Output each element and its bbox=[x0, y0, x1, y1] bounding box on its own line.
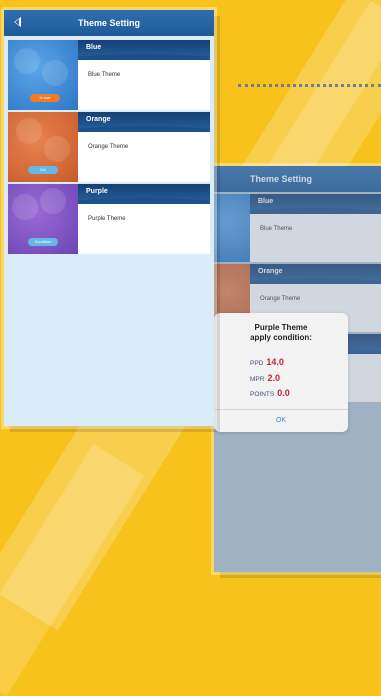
dialog-title-line1: Purple Theme bbox=[254, 323, 308, 332]
theme-list: In use Blue Blue Theme Set Orange Orange… bbox=[4, 36, 214, 254]
theme-set-button[interactable]: Set bbox=[28, 166, 58, 174]
theme-banner: Orange bbox=[78, 112, 210, 132]
theme-thumbnail: Condition bbox=[8, 184, 78, 254]
theme-description: Purple Theme bbox=[88, 216, 126, 222]
stat-label: POINTS bbox=[250, 391, 275, 398]
back-arrow-icon[interactable] bbox=[14, 17, 21, 27]
theme-banner: Purple bbox=[78, 184, 210, 204]
stat-points: POINTS 0.0 bbox=[250, 388, 290, 398]
stat-value: 2.0 bbox=[267, 373, 280, 383]
theme-thumbnail: Set bbox=[8, 112, 78, 182]
stat-ppd: PPD 14.0 bbox=[250, 357, 284, 367]
theme-name: Purple bbox=[86, 188, 108, 195]
bg-stripe bbox=[0, 443, 145, 696]
theme-row-purple[interactable]: Condition Purple Purple Theme bbox=[8, 184, 210, 254]
theme-thumbnail: In use bbox=[8, 40, 78, 110]
apply-condition-dialog: Purple Theme apply condition: PPD 14.0 MP… bbox=[214, 313, 348, 432]
theme-name: Blue bbox=[86, 44, 102, 51]
dialog-title-line2: apply condition: bbox=[250, 333, 312, 342]
title-bar: Theme Setting bbox=[4, 10, 214, 36]
ok-button[interactable]: OK bbox=[214, 413, 348, 429]
stat-value: 14.0 bbox=[266, 357, 284, 367]
stat-value: 0.0 bbox=[277, 388, 290, 398]
stat-mpr: MPR 2.0 bbox=[250, 373, 280, 383]
stat-label: MPR bbox=[250, 376, 265, 383]
dialog-title: Purple Theme apply condition: bbox=[214, 323, 348, 343]
theme-condition-button[interactable]: Condition bbox=[28, 238, 58, 246]
theme-banner: Blue bbox=[78, 40, 210, 60]
theme-status-button[interactable]: In use bbox=[30, 94, 60, 102]
screen-title: Theme Setting bbox=[77, 18, 140, 28]
stat-label: PPD bbox=[250, 360, 264, 367]
dotted-connector bbox=[238, 84, 381, 87]
theme-name: Orange bbox=[86, 116, 111, 123]
theme-row-blue[interactable]: In use Blue Blue Theme bbox=[8, 40, 210, 110]
theme-description: Orange Theme bbox=[88, 144, 129, 150]
theme-row-orange[interactable]: Set Orange Orange Theme bbox=[8, 112, 210, 182]
divider bbox=[214, 409, 348, 410]
theme-description: Blue Theme bbox=[88, 72, 121, 78]
theme-setting-screen: Theme Setting In use Blue Blue Theme Set bbox=[4, 10, 214, 426]
